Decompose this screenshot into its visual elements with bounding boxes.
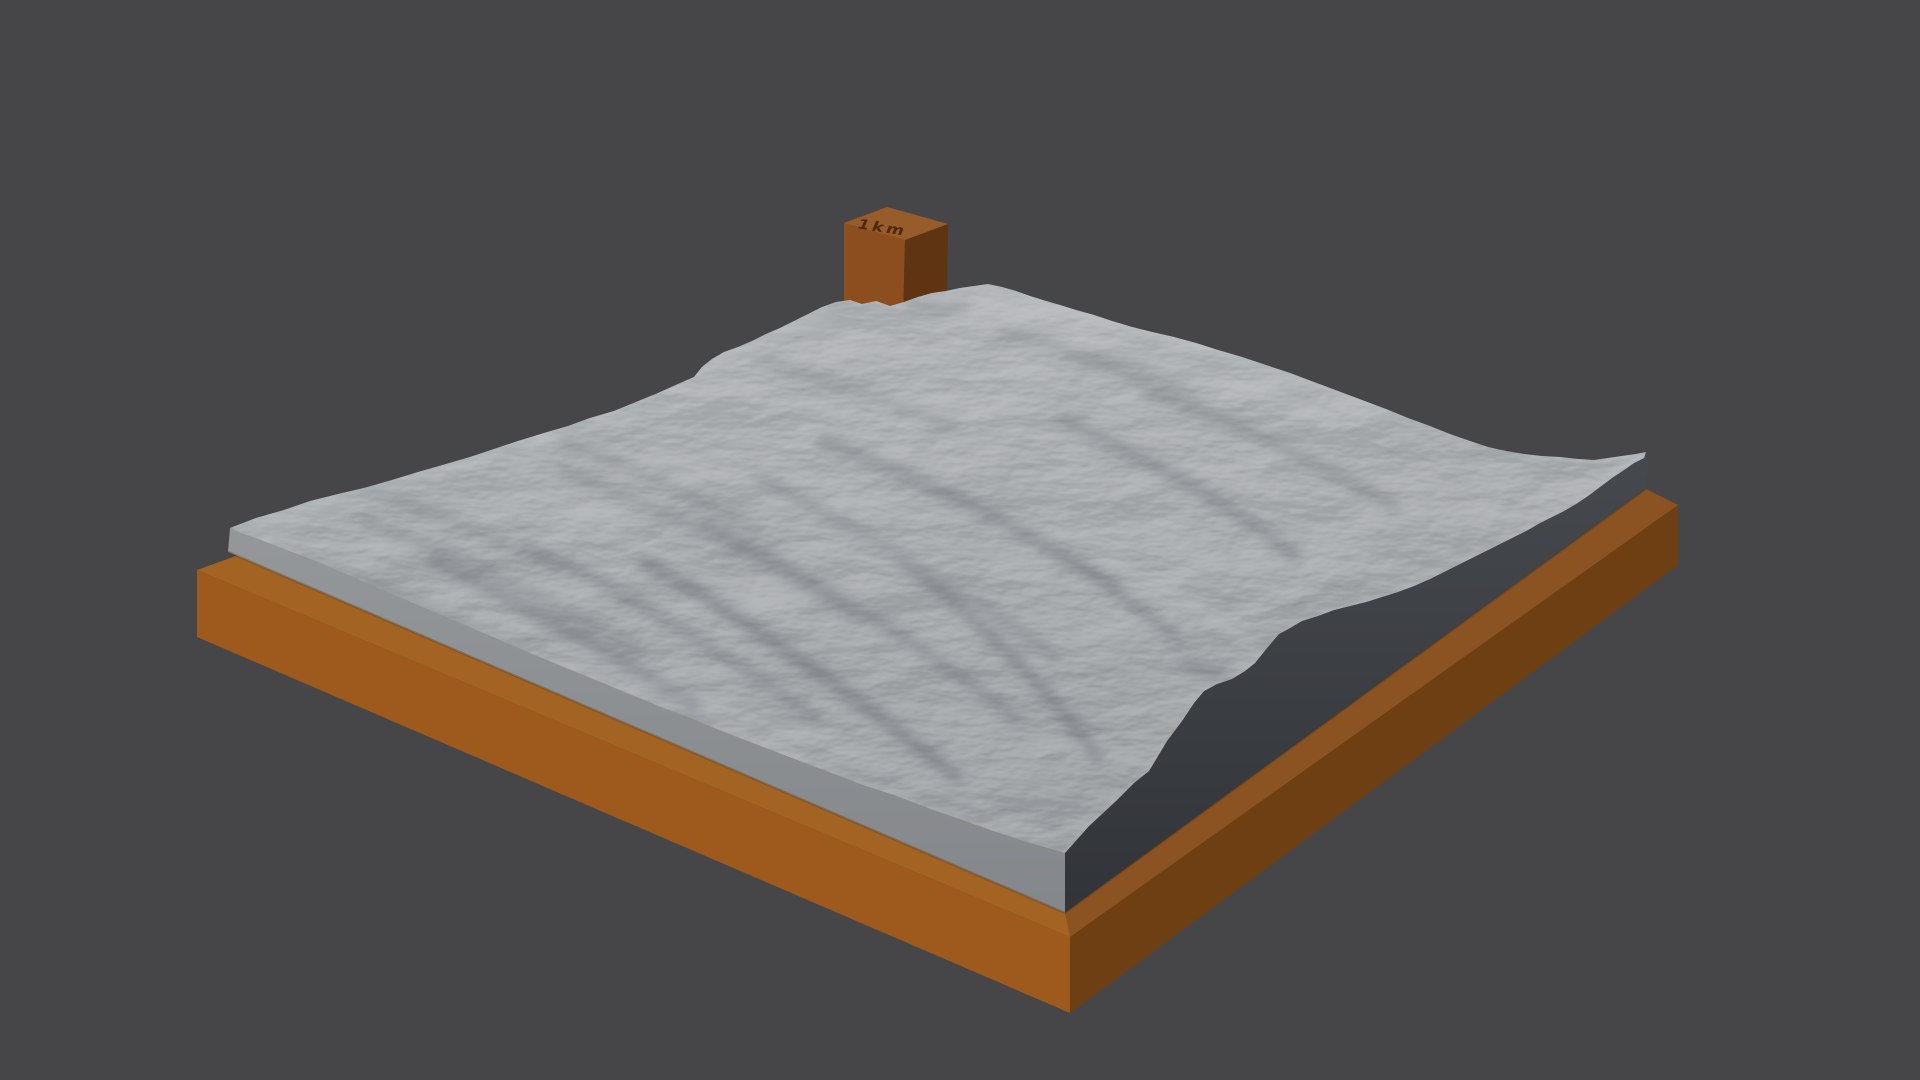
terrain-3d-viewport[interactable]: 1km (0, 0, 1920, 1080)
